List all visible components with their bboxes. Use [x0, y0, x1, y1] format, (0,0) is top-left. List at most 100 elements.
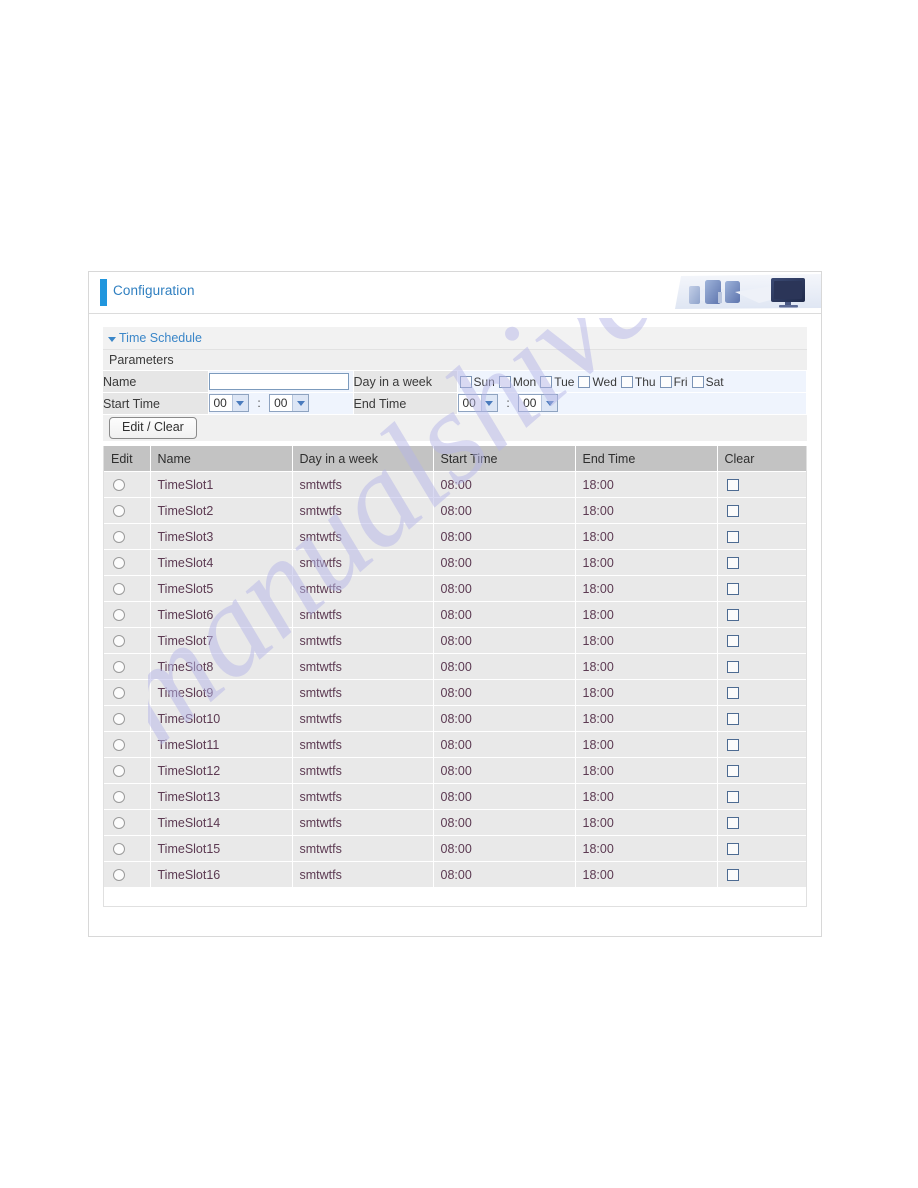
cell-clear	[717, 809, 806, 836]
day-checkbox-sun[interactable]: Sun	[459, 375, 495, 389]
clear-checkbox[interactable]	[726, 739, 739, 752]
table-row: TimeSlot2 smtwtfs 08:00 18:00	[104, 497, 806, 524]
edit-radio-button[interactable]	[113, 739, 125, 752]
table-row: TimeSlot16 smtwtfs 08:00 18:00	[104, 861, 806, 888]
clear-checkbox[interactable]	[726, 869, 739, 882]
chevron-down-icon[interactable]	[292, 395, 309, 412]
day-checkbox-fri[interactable]: Fri	[659, 375, 688, 389]
clear-checkbox[interactable]	[726, 843, 739, 856]
checkbox-icon[interactable]	[578, 375, 591, 388]
cell-name: TimeSlot3	[150, 523, 293, 550]
clear-checkbox[interactable]	[726, 583, 739, 596]
chevron-down-icon[interactable]	[231, 395, 248, 412]
edit-radio-button[interactable]	[113, 635, 125, 648]
table-row: TimeSlot5 smtwtfs 08:00 18:00	[104, 575, 806, 602]
checkbox-icon[interactable]	[620, 375, 633, 388]
name-input[interactable]	[208, 373, 349, 390]
edit-radio-button[interactable]	[113, 817, 125, 830]
clear-checkbox[interactable]	[726, 531, 739, 544]
checkbox-icon[interactable]	[659, 375, 672, 388]
edit-radio-button[interactable]	[113, 557, 125, 570]
clear-checkbox[interactable]	[726, 687, 739, 700]
name-label: Name	[103, 371, 209, 393]
edit-radio-button[interactable]	[113, 791, 125, 804]
day-checkbox-wed[interactable]: Wed	[578, 374, 617, 389]
cell-end-time: 18:00	[575, 627, 718, 654]
cell-start-time: 08:00	[433, 523, 576, 550]
end-minute-select[interactable]: 00	[518, 394, 559, 413]
checkbox-icon[interactable]	[691, 375, 704, 388]
checkbox-icon[interactable]	[498, 375, 511, 388]
edit-radio-button[interactable]	[113, 479, 125, 492]
cell-start-time: 08:00	[433, 575, 576, 602]
start-minute-select[interactable]: 00	[269, 394, 310, 413]
edit-radio-button[interactable]	[113, 765, 125, 778]
cell-end-time: 18:00	[575, 757, 718, 784]
cell-day-in-a-week: smtwtfs	[292, 497, 434, 524]
cell-name: TimeSlot15	[150, 835, 293, 862]
cell-edit	[104, 783, 151, 810]
start-hour-select[interactable]: 00	[208, 394, 249, 413]
clear-checkbox[interactable]	[726, 713, 739, 726]
clear-checkbox[interactable]	[726, 609, 739, 622]
cell-day-in-a-week: smtwtfs	[292, 757, 434, 784]
clear-checkbox[interactable]	[726, 479, 739, 492]
cell-end-time: 18:00	[575, 497, 718, 524]
day-checkbox-thu[interactable]: Thu	[620, 374, 656, 389]
chevron-down-icon[interactable]	[480, 395, 497, 412]
cell-clear	[717, 575, 806, 602]
checkbox-icon[interactable]	[459, 375, 472, 388]
edit-radio-button[interactable]	[113, 687, 125, 700]
edit-clear-button[interactable]: Edit / Clear	[109, 417, 197, 439]
day-checkbox-sat[interactable]: Sat	[691, 375, 724, 389]
cell-edit	[104, 601, 151, 628]
edit-radio-button[interactable]	[113, 869, 125, 882]
cell-day-in-a-week: smtwtfs	[292, 653, 434, 680]
day-checkbox-cell: Sun Mon Tue Wed Thu Fri Sat	[457, 371, 807, 393]
edit-radio-button[interactable]	[113, 713, 125, 726]
checkbox-icon[interactable]	[540, 375, 553, 388]
edit-radio-button[interactable]	[113, 531, 125, 544]
section-header-time-schedule[interactable]: Time Schedule	[103, 327, 807, 350]
edit-radio-button[interactable]	[113, 661, 125, 674]
table-row: TimeSlot9 smtwtfs 08:00 18:00	[104, 679, 806, 706]
cell-clear	[717, 627, 806, 654]
cell-day-in-a-week: smtwtfs	[292, 809, 434, 836]
clear-checkbox[interactable]	[726, 817, 739, 830]
cell-day-in-a-week: smtwtfs	[292, 705, 434, 732]
column-header-edit: Edit	[104, 446, 151, 472]
edit-radio-button[interactable]	[113, 843, 125, 856]
clear-checkbox[interactable]	[726, 505, 739, 518]
document-page: Configuration Time Schedule Parameters N…	[0, 0, 918, 1188]
column-header-clear: Clear	[717, 446, 806, 472]
edit-radio-button[interactable]	[113, 583, 125, 596]
table-row: TimeSlot11 smtwtfs 08:00 18:00	[104, 731, 806, 758]
day-checkbox-tue[interactable]: Tue	[540, 375, 574, 389]
cell-edit	[104, 471, 151, 498]
time-slot-table: Edit Name Day in a week Start Time End T…	[104, 446, 806, 888]
cell-day-in-a-week: smtwtfs	[292, 471, 434, 498]
chevron-down-icon[interactable]	[541, 395, 558, 412]
clear-checkbox[interactable]	[726, 791, 739, 804]
clear-checkbox[interactable]	[726, 661, 739, 674]
day-label: Thu	[634, 374, 656, 389]
day-checkbox-mon[interactable]: Mon	[498, 375, 536, 389]
day-label: Wed	[592, 374, 617, 389]
cell-clear	[717, 783, 806, 810]
end-hour-select[interactable]: 00	[457, 394, 498, 413]
start-time-label: Start Time	[103, 392, 209, 415]
cell-start-time: 08:00	[433, 861, 576, 888]
clear-checkbox[interactable]	[726, 635, 739, 648]
cell-end-time: 18:00	[575, 523, 718, 550]
card-body: Time Schedule Parameters Name Day in a w…	[89, 314, 821, 907]
cell-clear	[717, 601, 806, 628]
cell-name: TimeSlot14	[150, 809, 293, 836]
action-row: Edit / Clear	[103, 415, 807, 442]
edit-radio-button[interactable]	[113, 609, 125, 622]
cell-name: TimeSlot6	[150, 601, 293, 628]
edit-radio-button[interactable]	[113, 505, 125, 518]
clear-checkbox[interactable]	[726, 765, 739, 778]
clear-checkbox[interactable]	[726, 557, 739, 570]
time-separator: :	[506, 396, 510, 411]
end-time-label: End Time	[353, 392, 458, 415]
